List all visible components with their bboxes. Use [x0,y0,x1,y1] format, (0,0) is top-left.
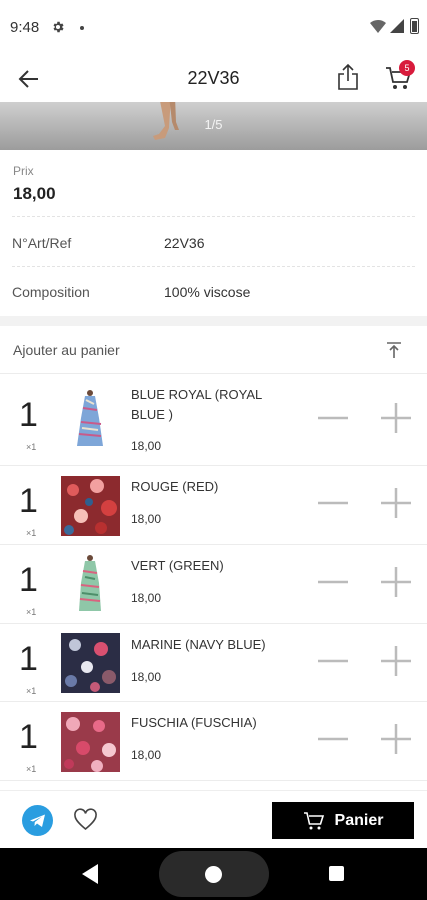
status-time: 9:48 [10,19,40,36]
variant-row: 1 ×1 BLUE ROYAL (ROYAL BLUE ) 18,00 [0,374,427,466]
nav-recents-icon[interactable] [329,866,344,881]
variant-thumbnail-blue [61,388,120,448]
divider [12,216,415,217]
ref-label: N°Art/Ref [12,235,72,251]
add-to-cart-label: Ajouter au panier [13,342,120,358]
variant-row: 1 ×1 ROUGE (RED) 18,00 [0,466,427,545]
variant-quantity: 1 [19,640,38,678]
panier-button[interactable]: Panier [272,802,414,839]
wifi-icon [370,19,386,33]
variant-name: VERT (GREEN) [131,558,224,573]
increase-quantity-button[interactable] [379,401,413,435]
page-title: 22V36 [187,68,240,88]
variant-multiplier: ×1 [26,686,37,696]
cart-icon [303,811,324,829]
nav-back-icon[interactable] [82,864,98,884]
sort-top-icon[interactable] [384,340,404,360]
variant-price: 18,00 [131,591,162,605]
section-gap [0,316,427,326]
variant-multiplier: ×1 [26,528,37,538]
panier-button-label: Panier [334,811,384,829]
increase-quantity-button[interactable] [379,644,413,678]
variant-quantity: 1 [19,561,38,599]
variant-row: 1 ×1 FUSCHIA (FUSCHIA) 18,00 [0,702,427,781]
increase-quantity-button[interactable] [379,486,413,520]
decrease-quantity-button[interactable] [316,565,350,599]
decrease-quantity-button[interactable] [316,486,350,520]
image-counter: 1/5 [204,117,223,132]
system-navigation-bar [0,848,427,900]
variant-thumbnail-fuschia [61,712,120,772]
status-bar: 9:48 [0,0,427,54]
telegram-share-button[interactable] [22,805,53,836]
variant-price: 18,00 [131,512,162,526]
signal-icon [390,19,404,33]
variant-multiplier: ×1 [26,607,37,617]
variant-price: 18,00 [131,439,162,453]
decrease-quantity-button[interactable] [316,401,350,435]
notification-dot-icon [80,26,84,30]
bottom-action-bar: Panier [0,790,427,848]
variant-name: FUSCHIA (FUSCHIA) [131,715,257,730]
telegram-icon [30,814,45,827]
composition-label: Composition [12,284,90,300]
favorite-heart-icon[interactable] [73,808,98,832]
divider [12,266,415,267]
ref-value: 22V36 [164,235,205,251]
product-details: Prix 18,00 N°Art/Ref 22V36 Composition 1… [0,150,427,316]
share-icon[interactable] [336,63,360,91]
decrease-quantity-button[interactable] [316,722,350,756]
variant-quantity: 1 [19,718,38,756]
variant-price: 18,00 [131,748,162,762]
composition-value: 100% viscose [164,284,251,300]
variant-list: 1 ×1 BLUE ROYAL (ROYAL BLUE ) 18,00 1 ×1 [0,374,427,781]
variant-quantity: 1 [19,482,38,520]
app-bar: 22V36 5 [0,54,427,102]
increase-quantity-button[interactable] [379,722,413,756]
add-to-cart-header: Ajouter au panier [0,326,427,374]
variant-multiplier: ×1 [26,442,37,452]
price-label: Prix [13,164,34,178]
variant-name: BLUE ROYAL (ROYAL BLUE ) [131,387,262,422]
decrease-quantity-button[interactable] [316,644,350,678]
variant-thumbnail-red [61,476,120,536]
settings-gear-icon [53,21,64,33]
variant-row: 1 ×1 VERT (GREEN) 18,00 [0,545,427,624]
variant-thumbnail-green [61,553,120,613]
nav-home-icon[interactable] [205,866,222,883]
battery-icon [410,18,419,34]
variant-name: MARINE (NAVY BLUE) [131,637,266,652]
variant-price: 18,00 [131,670,162,684]
price-value: 18,00 [13,184,56,203]
variant-quantity: 1 [19,396,38,434]
product-image-gallery[interactable]: 1/5 [0,102,427,150]
cart-count-badge: 5 [399,60,415,76]
variant-multiplier: ×1 [26,764,37,774]
variant-name: ROUGE (RED) [131,479,219,494]
variant-thumbnail-navy [61,633,120,693]
increase-quantity-button[interactable] [379,565,413,599]
variant-row: 1 ×1 MARINE (NAVY BLUE) 18,00 [0,624,427,702]
